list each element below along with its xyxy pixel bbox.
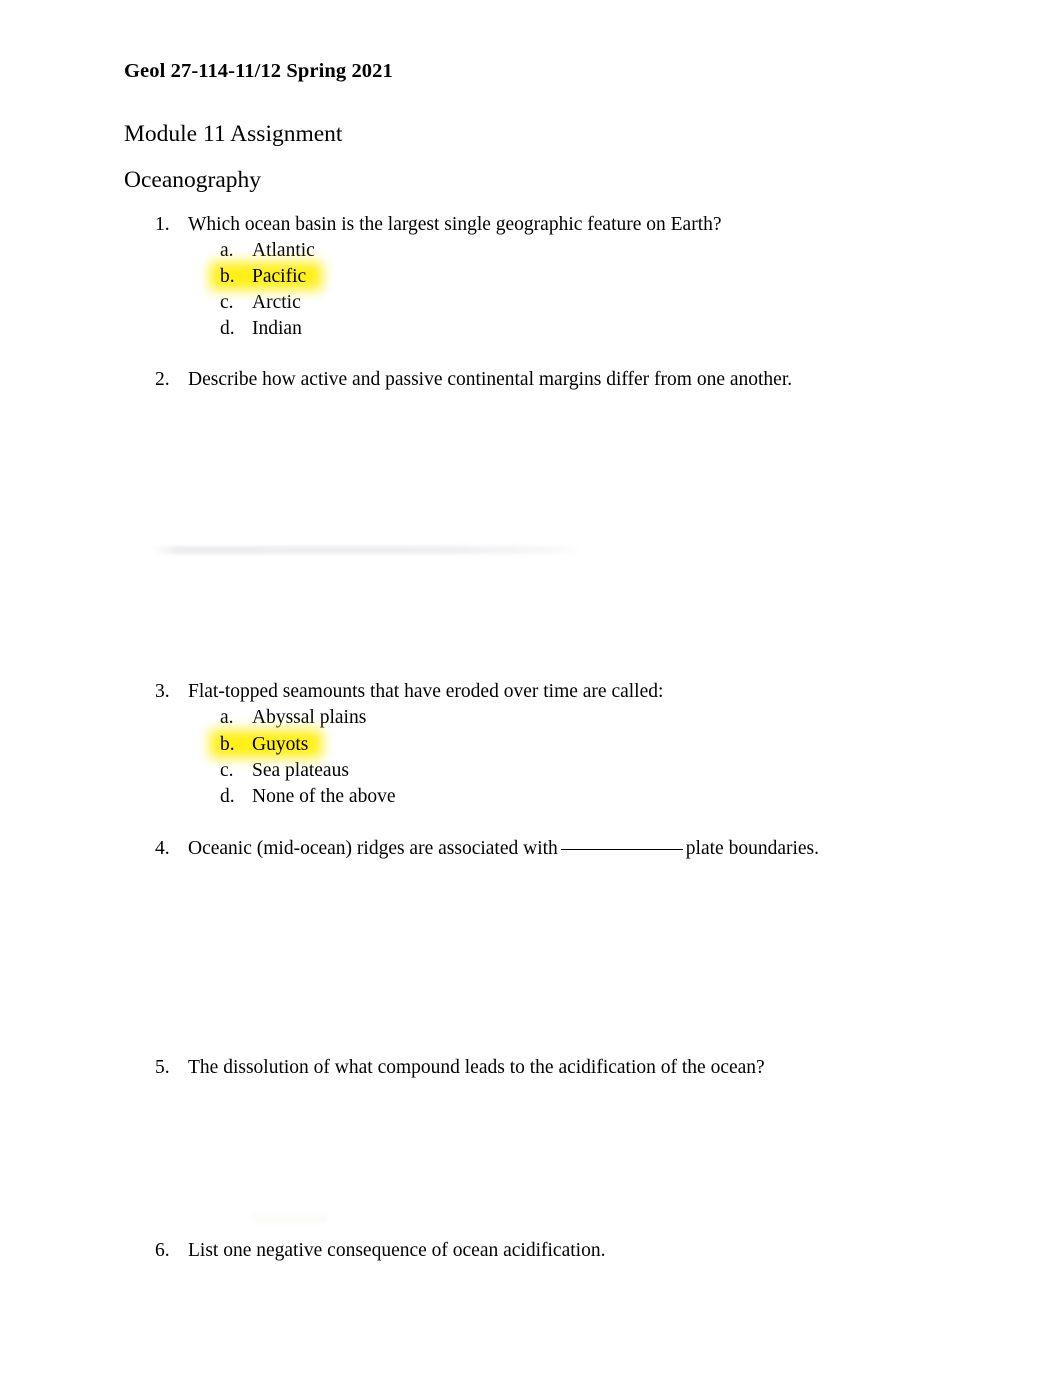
option-letter: d. xyxy=(220,318,235,339)
topic-heading: Oceanography xyxy=(124,167,262,193)
option-letter: c. xyxy=(220,292,234,313)
option-text: Arctic xyxy=(252,292,301,313)
question-6-number: 6. xyxy=(155,1240,170,1261)
scan-artifact-faint xyxy=(252,1214,327,1223)
question-1-text: Which ocean basin is the largest single … xyxy=(188,214,722,235)
question-4-text-before-blank: Oceanic (mid-ocean) ridges are associate… xyxy=(188,838,558,859)
scan-artifact-band xyxy=(152,546,583,554)
question-4-number: 4. xyxy=(155,838,170,859)
question-3-option-a[interactable]: a. Abyssal plains xyxy=(220,705,366,731)
option-letter: b. xyxy=(220,734,235,755)
question-3-number: 3. xyxy=(155,681,170,702)
option-text: Pacific xyxy=(252,266,307,287)
question-1-option-b[interactable]: b. Pacific xyxy=(210,262,322,290)
question-1-option-a[interactable]: a. Atlantic xyxy=(220,238,315,264)
option-text: Abyssal plains xyxy=(252,707,367,728)
question-3-option-d[interactable]: d. None of the above xyxy=(220,784,396,810)
question-3-option-c[interactable]: c. Sea plateaus xyxy=(220,758,349,784)
question-2-text: Describe how active and passive continen… xyxy=(188,369,793,390)
fill-in-blank[interactable] xyxy=(560,849,683,850)
option-text: None of the above xyxy=(252,786,396,807)
question-3-text: Flat-topped seamounts that have eroded o… xyxy=(188,681,664,702)
question-3-option-b[interactable]: b. Guyots xyxy=(210,730,322,758)
document-page: Geol 27-114-11/12 Spring 2021 Module 11 … xyxy=(0,0,1062,1377)
option-text: Atlantic xyxy=(252,240,315,261)
question-4-text-after-blank: plate boundaries. xyxy=(685,838,820,859)
option-letter: d. xyxy=(220,786,235,807)
option-letter: c. xyxy=(220,760,234,781)
option-text: Guyots xyxy=(252,734,309,755)
question-4: 4. Oceanic (mid-ocean) ridges are associa… xyxy=(155,836,819,862)
option-text: Indian xyxy=(252,318,302,339)
option-letter: b. xyxy=(220,266,235,287)
question-2: 2. Describe how active and passive contin… xyxy=(155,367,792,393)
question-5-number: 5. xyxy=(155,1057,170,1078)
assignment-heading: Module 11 Assignment xyxy=(124,121,343,147)
question-6-text: List one negative consequence of ocean a… xyxy=(188,1240,606,1261)
question-1: 1. Which ocean basin is the largest singl… xyxy=(155,212,722,238)
document-title: Geol 27-114-11/12 Spring 2021 xyxy=(124,60,393,82)
question-3: 3. Flat-topped seamounts that have eroded… xyxy=(155,679,663,705)
question-1-option-c[interactable]: c. Arctic xyxy=(220,290,301,316)
option-letter: a. xyxy=(220,240,234,261)
question-5-text: The dissolution of what compound leads t… xyxy=(188,1057,765,1078)
question-2-number: 2. xyxy=(155,369,170,390)
question-1-option-d[interactable]: d. Indian xyxy=(220,316,302,342)
question-5: 5. The dissolution of what compound leads… xyxy=(155,1055,765,1081)
question-6: 6. List one negative consequence of ocean… xyxy=(155,1238,605,1264)
option-letter: a. xyxy=(220,707,234,728)
option-text: Sea plateaus xyxy=(252,760,349,781)
question-1-number: 1. xyxy=(155,214,170,235)
